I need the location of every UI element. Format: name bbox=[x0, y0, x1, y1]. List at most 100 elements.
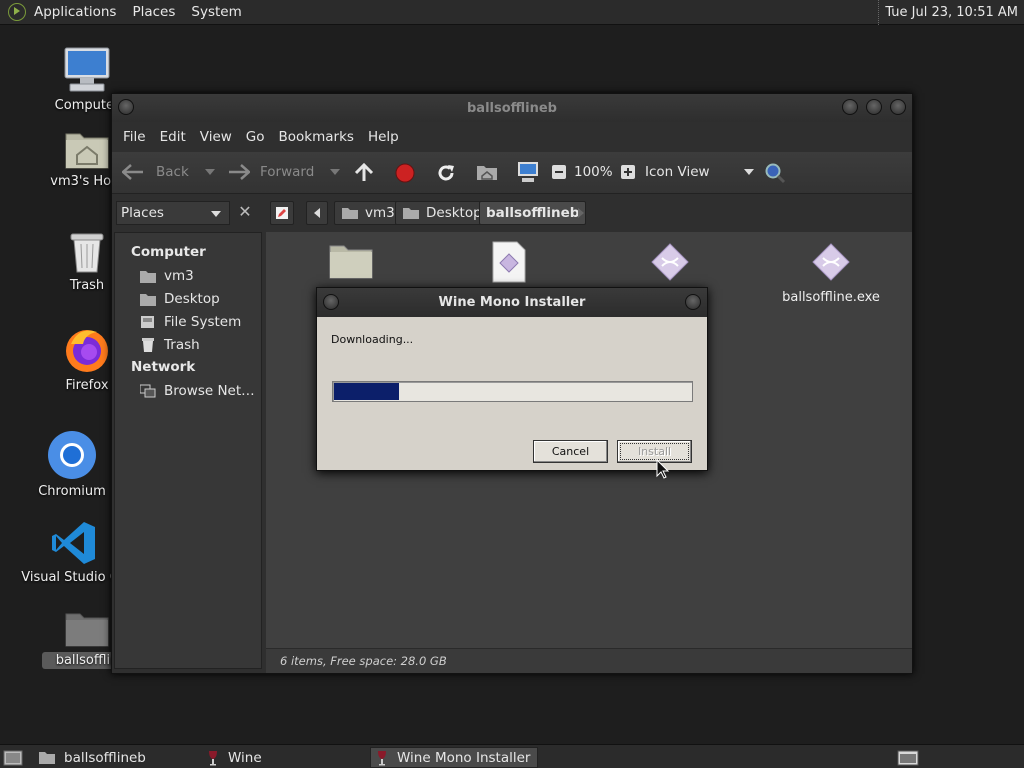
menu-places[interactable]: Places bbox=[124, 0, 183, 25]
cancel-button[interactable]: Cancel bbox=[533, 440, 608, 463]
taskbar: ballsofflineb Wine Wine Mono Installer bbox=[0, 744, 1024, 768]
text-file-icon bbox=[492, 241, 526, 283]
edit-location-button[interactable] bbox=[270, 201, 294, 225]
trash-icon bbox=[142, 337, 154, 352]
progress-fill bbox=[334, 383, 399, 400]
sidebar-item-browse-network[interactable]: Browse Net… bbox=[115, 379, 261, 402]
show-desktop-icon bbox=[3, 750, 23, 765]
forward-history-chevron-icon[interactable] bbox=[330, 169, 341, 175]
sidebar-item-desktop[interactable]: Desktop bbox=[115, 287, 261, 310]
file-item-folder[interactable] bbox=[286, 242, 416, 284]
wine-exe-icon bbox=[812, 243, 850, 281]
reload-icon[interactable] bbox=[436, 163, 456, 183]
back-arrow-icon bbox=[122, 164, 143, 180]
file-item-ballsoffline-exe[interactable]: ballsoffline.exe bbox=[766, 242, 896, 305]
stop-icon[interactable] bbox=[395, 163, 415, 183]
menu-help[interactable]: Help bbox=[361, 129, 406, 145]
sidebar-item-label: Trash bbox=[164, 336, 200, 353]
toolbar: Back Forward 100% Icon View bbox=[112, 152, 912, 194]
folder-icon bbox=[39, 751, 55, 764]
places-sidebar: Computer vm3 Desktop File System Trash N… bbox=[114, 232, 262, 669]
taskbar-item-label: Wine bbox=[228, 749, 262, 766]
forward-button[interactable]: Forward bbox=[226, 164, 341, 180]
taskbar-item-wine[interactable]: Wine bbox=[202, 747, 367, 768]
sidebar-item-vm3[interactable]: vm3 bbox=[115, 264, 261, 287]
view-mode-label: Icon View bbox=[645, 164, 710, 180]
file-item-exe[interactable] bbox=[605, 242, 735, 286]
workspace-switcher[interactable] bbox=[894, 747, 922, 768]
pencil-icon bbox=[276, 207, 288, 219]
file-item-text[interactable] bbox=[444, 240, 574, 288]
breadcrumb-ballsofflineb[interactable]: ballsofflineb bbox=[479, 201, 587, 225]
up-arrow-icon[interactable] bbox=[354, 163, 374, 183]
menu-system[interactable]: System bbox=[183, 0, 249, 25]
menu-edit[interactable]: Edit bbox=[153, 129, 193, 145]
breadcrumb-label: Desktop bbox=[426, 205, 482, 221]
view-mode-select[interactable]: Icon View bbox=[645, 164, 754, 180]
folder-icon bbox=[140, 293, 156, 306]
close-button[interactable] bbox=[890, 99, 906, 115]
clock[interactable]: Tue Jul 23, 10:51 AM bbox=[878, 0, 1024, 25]
sidebar-item-file-system[interactable]: File System bbox=[115, 310, 261, 333]
computer-icon bbox=[64, 47, 110, 92]
back-button[interactable]: Back bbox=[122, 164, 215, 180]
taskbar-item-label: Wine Mono Installer bbox=[397, 749, 531, 766]
close-button[interactable] bbox=[685, 294, 701, 310]
location-bar: Places ✕ vm3 Desktop ballsofflineb bbox=[112, 194, 912, 230]
vscode-icon bbox=[52, 522, 95, 564]
trash-icon bbox=[70, 233, 104, 273]
distro-logo-icon[interactable] bbox=[8, 3, 26, 21]
places-dropdown[interactable]: Places bbox=[116, 201, 230, 225]
home-icon[interactable] bbox=[476, 163, 498, 181]
home-folder-icon bbox=[342, 208, 358, 219]
wine-mono-installer-dialog: Wine Mono Installer Downloading... Cance… bbox=[316, 287, 708, 471]
back-label: Back bbox=[156, 164, 189, 180]
sidebar-item-trash[interactable]: Trash bbox=[115, 333, 261, 356]
breadcrumb-prev-button[interactable] bbox=[306, 201, 328, 225]
computer-icon[interactable] bbox=[516, 161, 540, 183]
folder-icon bbox=[403, 208, 419, 219]
taskbar-item-label: ballsofflineb bbox=[64, 749, 146, 766]
close-sidebar-icon[interactable]: ✕ bbox=[234, 201, 256, 223]
status-bar: 6 items, Free space: 28.0 GB bbox=[266, 648, 912, 673]
back-history-chevron-icon[interactable] bbox=[204, 169, 215, 175]
sidebar-item-label: vm3 bbox=[164, 267, 194, 284]
window-menu-button[interactable] bbox=[118, 99, 134, 115]
menu-file[interactable]: File bbox=[116, 129, 153, 145]
breadcrumb-label: ballsofflineb bbox=[486, 205, 580, 221]
taskbar-item-ballsofflineb[interactable]: ballsofflineb bbox=[32, 747, 200, 768]
breadcrumb-desktop[interactable]: Desktop bbox=[395, 201, 489, 225]
zoom-control: 100% bbox=[552, 164, 635, 180]
workspace-icon bbox=[897, 750, 919, 765]
chevron-down-icon bbox=[211, 211, 221, 217]
zoom-in-icon[interactable] bbox=[620, 165, 635, 179]
window-menu-button[interactable] bbox=[323, 294, 339, 310]
minimize-button[interactable] bbox=[842, 99, 858, 115]
menu-bookmarks[interactable]: Bookmarks bbox=[272, 129, 361, 145]
menu-view[interactable]: View bbox=[193, 129, 239, 145]
sidebar-item-label: Desktop bbox=[164, 290, 220, 307]
window-titlebar[interactable]: ballsofflineb bbox=[112, 94, 912, 122]
zoom-out-icon[interactable] bbox=[552, 165, 566, 179]
download-status: Downloading... bbox=[331, 333, 414, 346]
breadcrumb-vm3[interactable]: vm3 bbox=[334, 201, 402, 225]
folder-icon bbox=[65, 613, 109, 647]
desktop-icon-chromium[interactable]: Chromium bbox=[27, 430, 117, 499]
chevron-right-icon[interactable] bbox=[578, 208, 584, 218]
taskbar-item-wine-mono-installer[interactable]: Wine Mono Installer bbox=[370, 747, 538, 768]
show-desktop-button[interactable] bbox=[0, 747, 26, 768]
menu-applications[interactable]: Applications bbox=[26, 0, 124, 25]
home-folder-icon bbox=[140, 270, 156, 283]
menu-go[interactable]: Go bbox=[239, 129, 272, 145]
folder-icon bbox=[329, 245, 373, 279]
sidebar-item-label: Browse Net… bbox=[164, 382, 255, 399]
wine-glass-icon bbox=[378, 750, 386, 765]
dialog-title: Wine Mono Installer bbox=[438, 295, 586, 310]
search-icon[interactable] bbox=[764, 162, 786, 184]
dialog-body: Downloading... Cancel Install bbox=[317, 317, 707, 470]
install-button[interactable]: Install bbox=[617, 440, 692, 463]
dialog-titlebar[interactable]: Wine Mono Installer bbox=[317, 288, 707, 317]
maximize-button[interactable] bbox=[866, 99, 882, 115]
download-progress-bar bbox=[332, 381, 693, 402]
forward-arrow-icon bbox=[229, 164, 250, 180]
